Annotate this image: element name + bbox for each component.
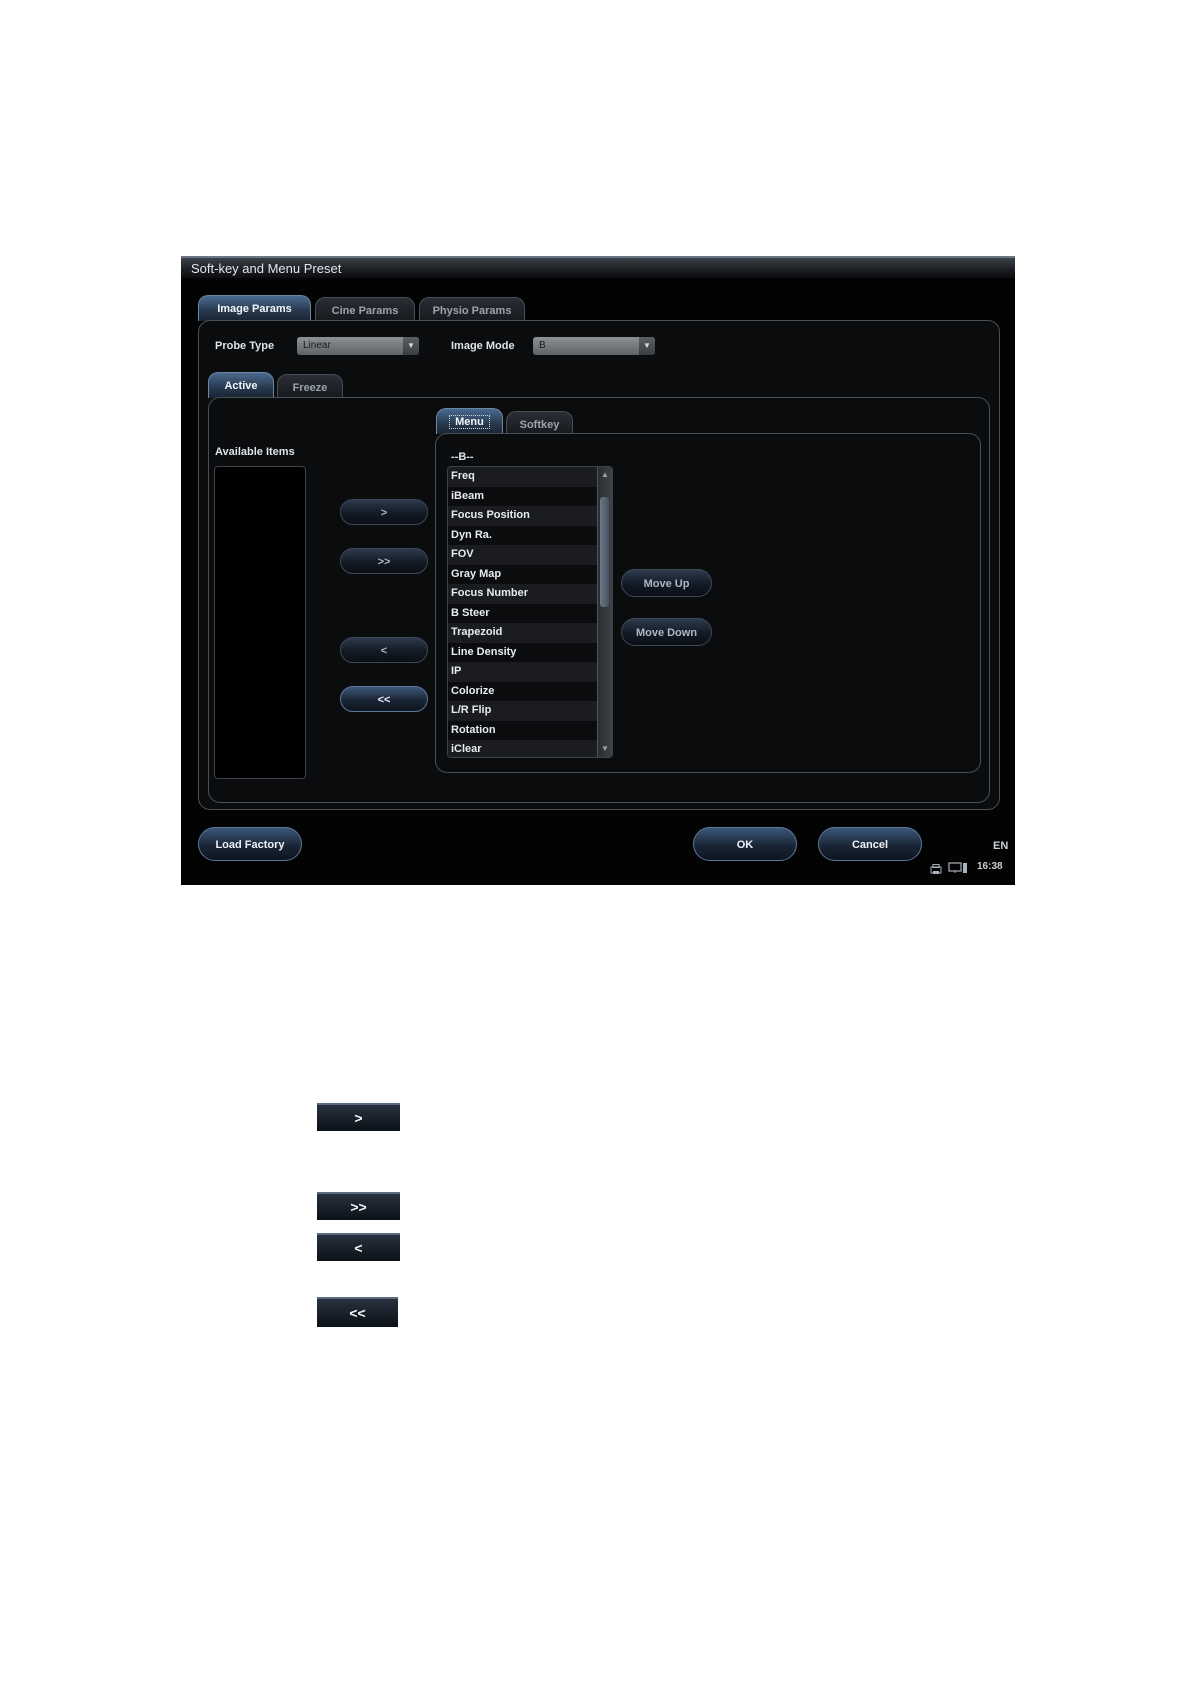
menu-items-list[interactable]: Freq iBeam Focus Position Dyn Ra. FOV Gr… bbox=[447, 466, 613, 758]
add-item-button[interactable]: > bbox=[340, 499, 428, 525]
list-item[interactable]: Focus Number bbox=[448, 584, 597, 604]
scroll-down-icon[interactable]: ▼ bbox=[598, 743, 612, 755]
tab-menu[interactable]: Menu bbox=[436, 408, 503, 434]
cancel-button[interactable]: Cancel bbox=[818, 827, 922, 861]
list-item[interactable]: Rotation bbox=[448, 720, 597, 740]
image-mode-select[interactable]: B ▼ bbox=[533, 337, 655, 355]
ok-button[interactable]: OK bbox=[693, 827, 797, 861]
list-item[interactable]: iClear bbox=[448, 740, 597, 757]
menu-scrollbar[interactable]: ▲ ▼ bbox=[597, 467, 612, 757]
list-item[interactable]: Trapezoid bbox=[448, 623, 597, 643]
list-item[interactable]: Gray Map bbox=[448, 564, 597, 584]
image-mode-value: B bbox=[539, 340, 546, 351]
language-indicator: EN bbox=[993, 840, 1009, 852]
tab-menu-label: Menu bbox=[449, 415, 490, 429]
clock: 16:38 bbox=[977, 861, 1003, 872]
probe-type-label: Probe Type bbox=[215, 340, 275, 352]
list-item[interactable]: L/R Flip bbox=[448, 701, 597, 721]
list-item[interactable]: Freq bbox=[448, 467, 597, 487]
image-mode-label: Image Mode bbox=[451, 340, 515, 352]
probe-type-value: Linear bbox=[303, 340, 331, 351]
move-down-button[interactable]: Move Down bbox=[621, 618, 712, 646]
chevron-down-icon: ▼ bbox=[403, 337, 419, 355]
list-item[interactable]: iBeam bbox=[448, 486, 597, 506]
list-item[interactable]: Colorize bbox=[448, 681, 597, 701]
list-item[interactable]: FOV bbox=[448, 545, 597, 565]
list-item[interactable]: B Steer bbox=[448, 603, 597, 623]
legend-remove-button: < bbox=[317, 1233, 400, 1261]
available-items-list[interactable] bbox=[214, 466, 306, 779]
list-item[interactable]: IP bbox=[448, 662, 597, 682]
available-items-label: Available Items bbox=[215, 446, 295, 458]
list-item[interactable]: Focus Position bbox=[448, 506, 597, 526]
title-bar: Soft-key and Menu Preset bbox=[181, 256, 1015, 278]
network-icon bbox=[948, 861, 968, 873]
menu-header: --B-- bbox=[451, 451, 474, 463]
remove-all-button[interactable]: << bbox=[340, 686, 428, 712]
legend-remove-all-button: << bbox=[317, 1297, 398, 1327]
scroll-up-icon[interactable]: ▲ bbox=[598, 469, 612, 481]
remove-item-button[interactable]: < bbox=[340, 637, 428, 663]
preset-dialog: Soft-key and Menu Preset Image Params Ci… bbox=[181, 256, 1015, 885]
move-up-button[interactable]: Move Up bbox=[621, 569, 712, 597]
printer-icon bbox=[930, 862, 942, 874]
legend-add-all-button: >> bbox=[317, 1192, 400, 1220]
add-all-button[interactable]: >> bbox=[340, 548, 428, 574]
scroll-thumb[interactable] bbox=[600, 497, 609, 607]
load-factory-button[interactable]: Load Factory bbox=[198, 827, 302, 861]
chevron-down-icon: ▼ bbox=[639, 337, 655, 355]
list-item[interactable]: Line Density bbox=[448, 642, 597, 662]
tab-active[interactable]: Active bbox=[208, 372, 274, 398]
probe-type-select[interactable]: Linear ▼ bbox=[297, 337, 419, 355]
legend-add-button: > bbox=[317, 1103, 400, 1131]
tab-image-params[interactable]: Image Params bbox=[198, 295, 311, 321]
window-title: Soft-key and Menu Preset bbox=[191, 261, 342, 276]
list-item[interactable]: Dyn Ra. bbox=[448, 525, 597, 545]
